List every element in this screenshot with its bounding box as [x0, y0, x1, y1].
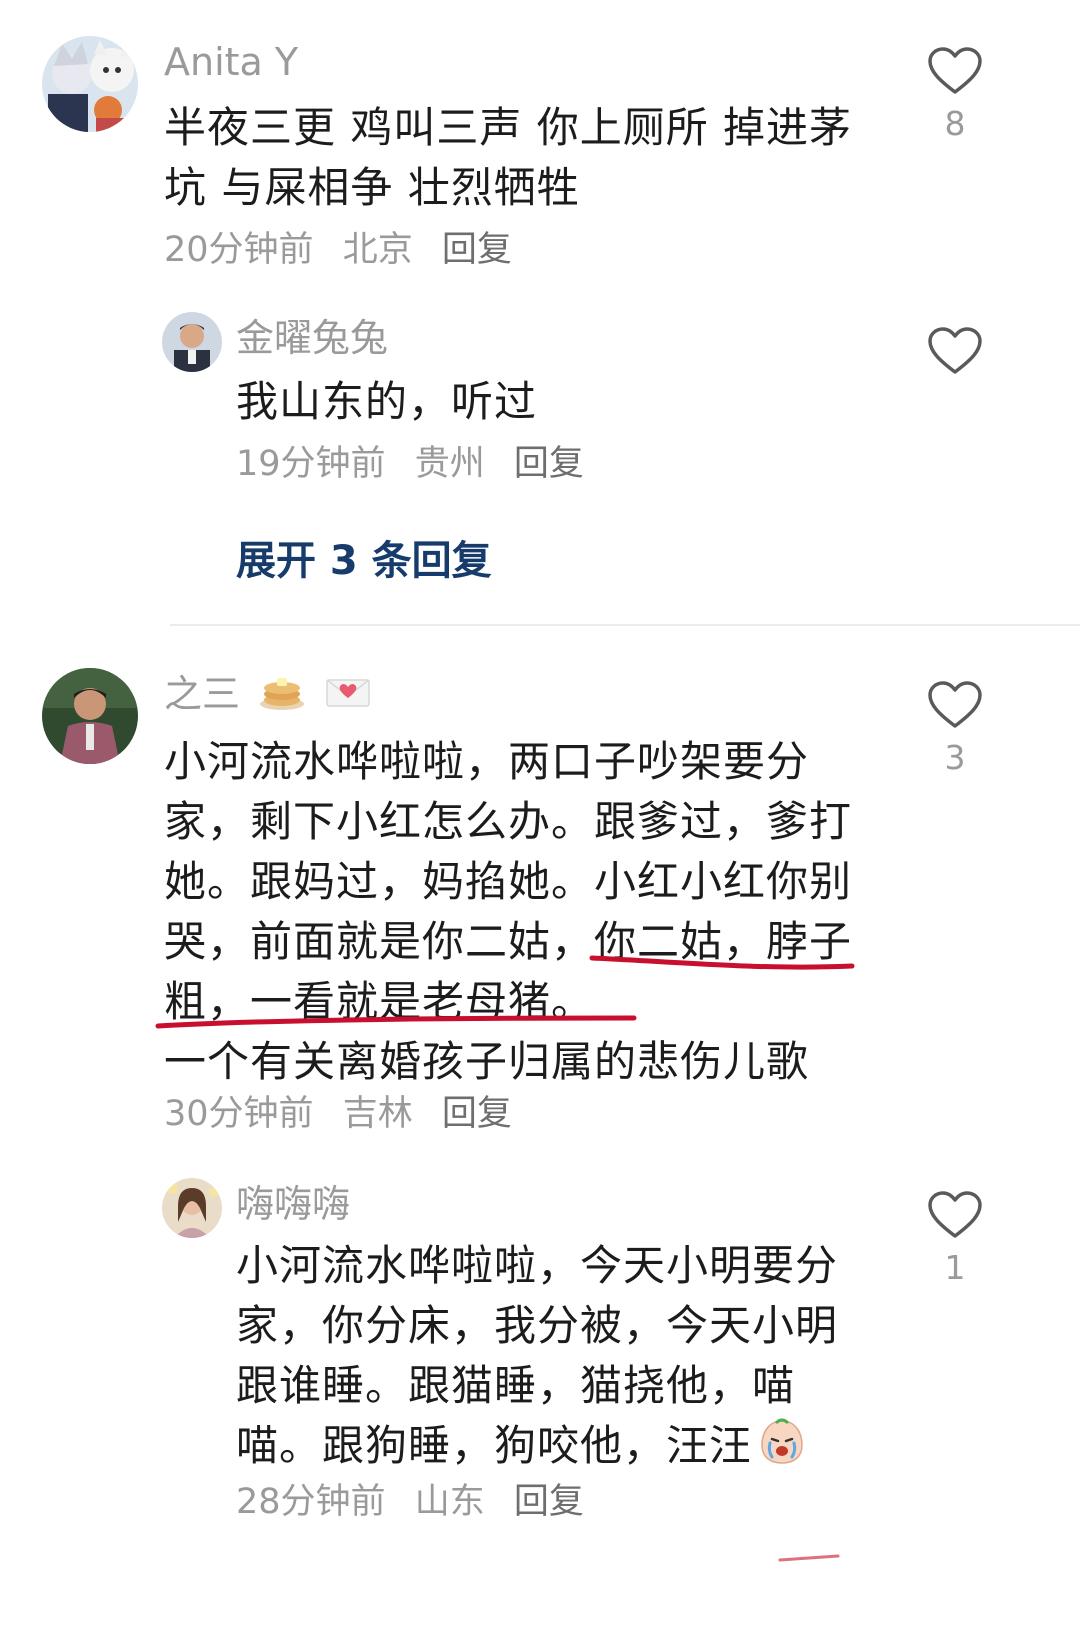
pancake-emoji-icon [258, 672, 306, 721]
comment-text-line: 哭，前面就是你二姑，你二姑，脖子 [164, 917, 853, 966]
comment-text-line: 我山东的，听过 [236, 377, 538, 426]
like-button[interactable]: 3 [920, 680, 990, 778]
comment-meta: 20分钟前 北京 回复 [164, 228, 512, 272]
comment-text-line: 坑 与屎相争 壮烈牺牲 [164, 163, 580, 212]
avatar[interactable] [162, 1178, 222, 1238]
comment-text-line: 她。跟妈过，妈掐她。小红小红你别 [164, 857, 853, 906]
comment-meta: 30分钟前 吉林 回复 [164, 1092, 512, 1136]
comment-text: 半夜三更 鸡叫三声 你上厕所 掉进茅 坑 与屎相争 壮烈牺牲 [164, 98, 852, 218]
crying-emoji-icon [758, 1417, 806, 1481]
like-count: 1 [944, 1248, 966, 1287]
username[interactable]: 嗨嗨嗨 [236, 1182, 350, 1226]
username[interactable]: 之三 [164, 672, 372, 721]
username-text: 之三 [164, 672, 241, 716]
username[interactable]: Anita Y [164, 40, 298, 84]
like-count: 3 [944, 738, 966, 777]
timestamp: 19分钟前 [236, 444, 386, 484]
reply-button[interactable]: 回复 [442, 230, 512, 270]
avatar[interactable] [162, 312, 222, 372]
heart-icon [928, 1191, 982, 1238]
location: 山东 [414, 1482, 485, 1522]
timestamp: 30分钟前 [164, 1094, 314, 1134]
timestamp: 20分钟前 [164, 230, 314, 270]
comment-text-line: 小河流水哗啦啦，两口子吵架要分 [164, 737, 810, 786]
location: 北京 [342, 230, 413, 270]
reply-button[interactable]: 回复 [442, 1094, 512, 1134]
comment-meta: 19分钟前 贵州 回复 [236, 442, 584, 486]
expand-replies-button[interactable]: 展开 3 条回复 [236, 528, 492, 586]
like-count: 8 [944, 104, 966, 143]
comment-text-line: 粗，一看就是老母猪。 [164, 977, 595, 1026]
comment-text-line: 家，剩下小红怎么办。跟爹过，爹打 [164, 797, 853, 846]
like-button[interactable]: 1 [920, 1190, 990, 1288]
comment-text: 我山东的，听过 [236, 372, 537, 432]
comment-text-line: 跟谁睡。跟猫睡，猫挠他，喵 [236, 1361, 796, 1410]
comment-text-line-with-emoji: 喵。跟狗睡，狗咬他，汪汪 [236, 1416, 838, 1476]
like-button[interactable] [920, 326, 990, 376]
comment-text-line: 一个有关离婚孩子归属的悲伤儿歌 [164, 1037, 810, 1086]
divider [170, 624, 1080, 626]
heart-envelope-icon [324, 674, 372, 719]
location: 吉林 [342, 1094, 413, 1134]
avatar[interactable] [42, 668, 138, 764]
username[interactable]: 金曜兔兔 [236, 316, 388, 360]
comment-text: 小河流水哗啦啦，今天小明要分 家，你分床，我分被，今天小明 跟谁睡。跟猫睡，猫挠… [236, 1236, 838, 1476]
avatar[interactable] [42, 36, 138, 132]
comment-text-line: 小河流水哗啦啦，今天小明要分 [236, 1241, 839, 1290]
comment-meta: 28分钟前 山东 回复 [236, 1480, 584, 1524]
like-button[interactable]: 8 [920, 46, 990, 144]
heart-icon [928, 681, 982, 728]
comment-text-line: 喵。跟狗睡，狗咬他，汪汪 [236, 1421, 753, 1470]
location: 贵州 [414, 444, 485, 484]
heart-icon [928, 327, 982, 374]
reply-button[interactable]: 回复 [514, 1482, 584, 1522]
reply-button[interactable]: 回复 [514, 444, 584, 484]
timestamp: 28分钟前 [236, 1482, 386, 1522]
comment-text-line: 家，你分床，我分被，今天小明 [236, 1301, 839, 1350]
heart-icon [928, 47, 982, 94]
comment-text: 小河流水哗啦啦，两口子吵架要分 家，剩下小红怎么办。跟爹过，爹打 她。跟妈过，妈… [164, 732, 852, 1092]
comment-text-line: 半夜三更 鸡叫三声 你上厕所 掉进茅 [164, 103, 853, 152]
